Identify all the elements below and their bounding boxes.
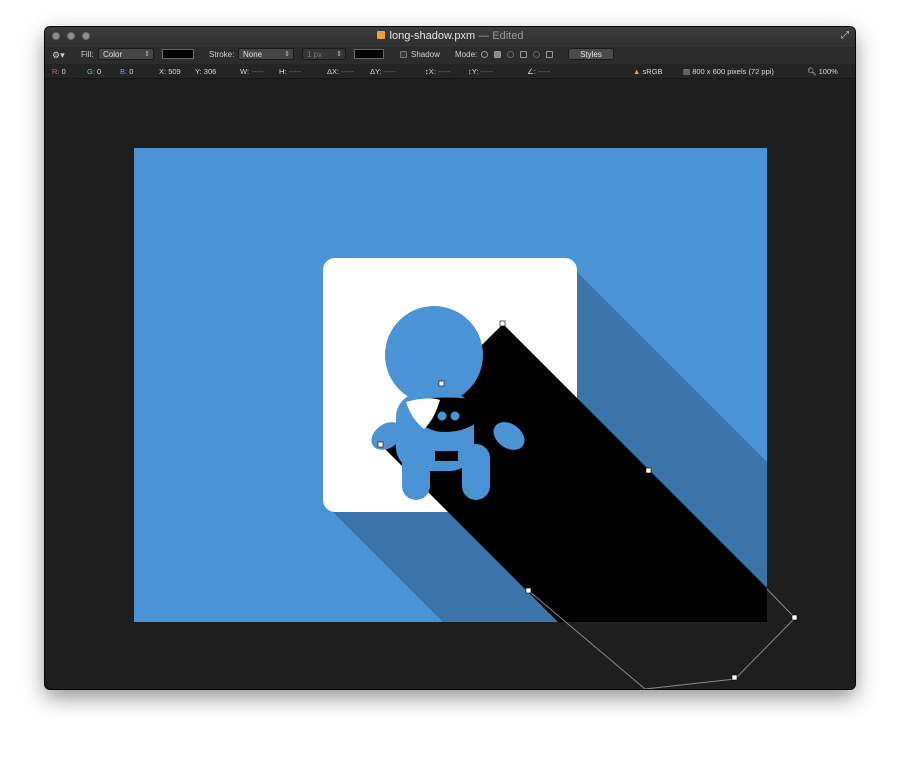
app-window: long-shadow.pxm — Edited ⤢ ⚙▾ Fill: Colo… bbox=[45, 27, 855, 689]
path-handle[interactable] bbox=[731, 674, 738, 681]
selection-path-bottom bbox=[528, 590, 646, 689]
selection-overlay bbox=[377, 320, 798, 689]
path-handle[interactable] bbox=[645, 467, 652, 474]
path-handle[interactable] bbox=[791, 614, 798, 621]
path-handle[interactable] bbox=[438, 380, 445, 387]
path-handle[interactable] bbox=[525, 587, 532, 594]
selection-path-outside-canvas bbox=[644, 588, 796, 689]
path-handle[interactable] bbox=[499, 320, 506, 327]
path-handle[interactable] bbox=[377, 441, 384, 448]
